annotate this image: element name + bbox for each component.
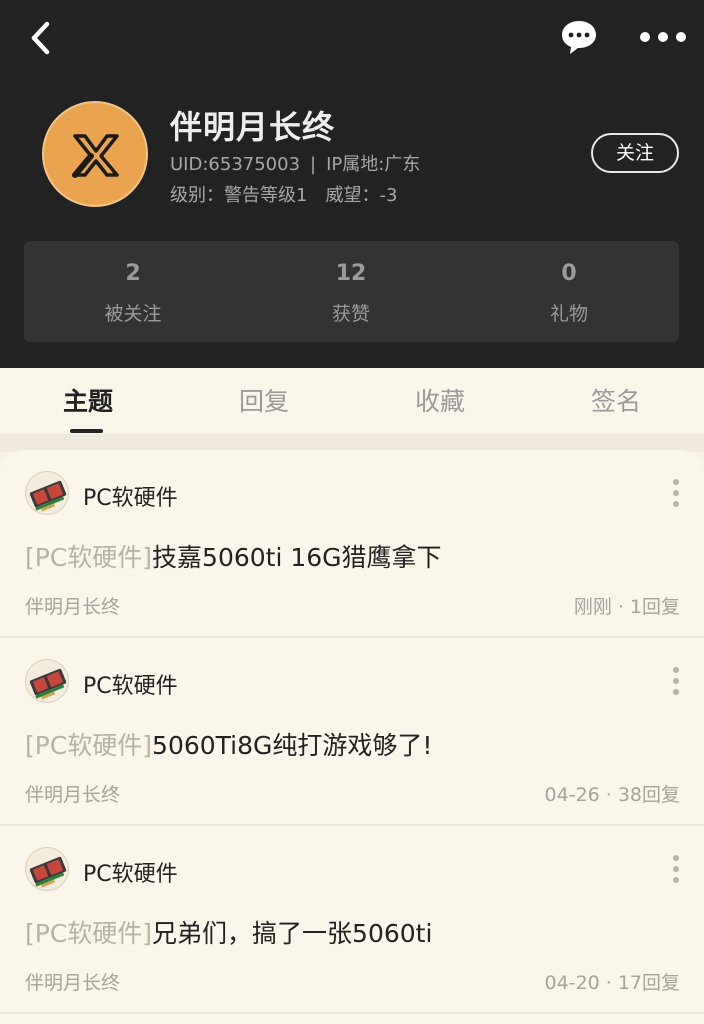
- more-dots-icon: [640, 32, 686, 42]
- vertical-dots-icon: [673, 667, 679, 695]
- dot-separator: ·: [605, 784, 612, 806]
- dot-separator: ·: [605, 972, 612, 994]
- stat-likes[interactable]: 12 获赞: [242, 241, 460, 342]
- chevron-left-icon: [31, 21, 50, 55]
- post-title[interactable]: [PC软硬件]5060Ti8G纯打游戏够了!: [25, 726, 432, 762]
- post-title-text: 兄弟们，搞了一张5060ti: [152, 919, 433, 948]
- list-item[interactable]: PC软硬件 [PC软硬件]5060Ti8G纯打游戏够了! 伴明月长终 04-26…: [0, 638, 704, 826]
- stat-label: 被关注: [104, 303, 162, 325]
- username: 伴明月长终: [170, 108, 336, 146]
- post-meta: 04-20 · 17回复: [545, 968, 680, 995]
- list-item[interactable]: PC软硬件 [PC软硬件]兄弟们，搞了一张5060ti 伴明月长终 04-20 ·…: [0, 826, 704, 1014]
- post-meta: 刚刚 · 1回复: [574, 592, 680, 619]
- message-button[interactable]: [558, 16, 600, 58]
- reply-count: 17回复: [617, 972, 680, 994]
- graphics-card-icon[interactable]: [25, 847, 69, 891]
- ip-location: IP属地:广东: [326, 154, 421, 175]
- stat-value: 0: [561, 261, 577, 286]
- uid-text: UID:65375003: [170, 154, 301, 175]
- tab-bar: 主题 回复 收藏 签名: [0, 368, 704, 434]
- graphics-card-icon[interactable]: [25, 471, 69, 515]
- tab-replies[interactable]: 回复: [176, 382, 352, 418]
- profile-header: 伴明月长终 UID:65375003 | IP属地:广东 级别：警告等级1 威望：-3…: [0, 0, 704, 368]
- post-author[interactable]: 伴明月长终: [25, 780, 120, 807]
- post-more-button[interactable]: [664, 476, 688, 512]
- post-meta: 04-26 · 38回复: [545, 780, 680, 807]
- forum-name[interactable]: PC软硬件: [83, 668, 178, 700]
- reply-count: 1回复: [629, 596, 680, 618]
- uid-ip-line: UID:65375003 | IP属地:广东: [170, 150, 420, 176]
- level-line: 级别：警告等级1 威望：-3: [170, 181, 397, 207]
- reply-count: 38回复: [617, 784, 680, 806]
- stat-label: 礼物: [549, 303, 588, 325]
- forum-name[interactable]: PC软硬件: [83, 856, 178, 888]
- avatar[interactable]: [42, 101, 148, 207]
- post-title[interactable]: [PC软硬件]技嘉5060ti 16G猎鹰拿下: [25, 538, 442, 574]
- tab-favorites[interactable]: 收藏: [352, 382, 528, 418]
- post-time: 04-26: [544, 784, 600, 806]
- forum-name[interactable]: PC软硬件: [83, 480, 178, 512]
- chat-bubble-icon: [562, 21, 596, 54]
- stat-value: 12: [335, 261, 367, 286]
- post-list: PC软硬件 [PC软硬件]技嘉5060ti 16G猎鹰拿下 伴明月长终 刚刚 · 1…: [0, 450, 704, 1024]
- post-more-button[interactable]: [664, 852, 688, 888]
- post-author[interactable]: 伴明月长终: [25, 592, 120, 619]
- post-title-text: 技嘉5060ti 16G猎鹰拿下: [152, 543, 442, 572]
- dot-separator: ·: [617, 596, 624, 618]
- post-title-text: 5060Ti8G纯打游戏够了!: [152, 731, 433, 760]
- tab-signature[interactable]: 签名: [528, 382, 704, 418]
- list-item[interactable]: PC软硬件 [PC软硬件]技嘉5060ti 16G猎鹰拿下 伴明月长终 刚刚 · 1…: [0, 450, 704, 638]
- active-tab-indicator: [70, 429, 103, 433]
- follow-button[interactable]: 关注: [591, 133, 679, 173]
- level-text: 级别：警告等级1: [170, 185, 308, 206]
- tab-topics[interactable]: 主题: [0, 382, 176, 418]
- forum-tag: [PC软硬件]: [25, 543, 153, 572]
- separator: |: [310, 154, 317, 175]
- post-time: 刚刚: [573, 596, 612, 618]
- stats-panel: 2 被关注 12 获赞 0 礼物: [24, 241, 679, 342]
- stat-gifts[interactable]: 0 礼物: [460, 241, 678, 342]
- graphics-card-icon[interactable]: [25, 659, 69, 703]
- back-button[interactable]: [22, 18, 62, 58]
- vertical-dots-icon: [673, 855, 679, 883]
- stat-value: 2: [125, 261, 141, 286]
- stat-label: 获赞: [331, 303, 370, 325]
- vertical-dots-icon: [673, 479, 679, 507]
- post-author[interactable]: 伴明月长终: [25, 968, 120, 995]
- forum-tag: [PC软硬件]: [25, 919, 153, 948]
- post-title[interactable]: [PC软硬件]兄弟们，搞了一张5060ti: [25, 914, 432, 950]
- x-logo-icon: [72, 134, 119, 178]
- post-time: 04-20: [544, 972, 600, 994]
- forum-tag: [PC软硬件]: [25, 731, 153, 760]
- stat-followers[interactable]: 2 被关注: [24, 241, 242, 342]
- prestige-text: 威望：-3: [325, 185, 398, 206]
- post-more-button[interactable]: [664, 664, 688, 700]
- more-options-button[interactable]: [636, 22, 690, 52]
